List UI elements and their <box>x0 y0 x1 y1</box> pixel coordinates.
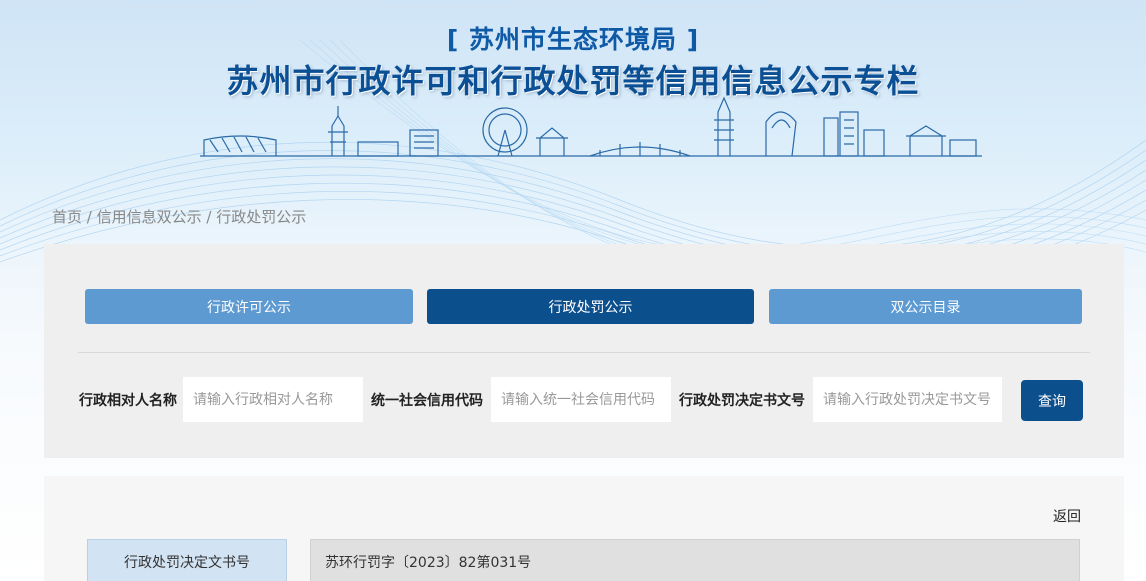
decision-number-field-label: 行政处罚决定文书号 <box>87 539 287 581</box>
city-skyline-icon <box>200 96 982 157</box>
agency-name: [ 苏州市生态环境局 ] <box>446 25 700 54</box>
breadcrumb: 首页 / 信用信息双公示 / 行政处罚公示 <box>52 206 306 227</box>
decision-number-input[interactable] <box>813 377 1002 422</box>
tab-administrative-penalty[interactable]: 行政处罚公示 <box>427 289 754 324</box>
tab-administrative-license[interactable]: 行政许可公示 <box>85 289 413 324</box>
breadcrumb-separator: / <box>82 208 97 226</box>
search-button[interactable]: 查询 <box>1021 380 1083 421</box>
credit-code-label: 统一社会信用代码 <box>371 393 483 409</box>
breadcrumb-current: 行政处罚公示 <box>216 208 307 226</box>
breadcrumb-separator: / <box>201 208 217 226</box>
counterparty-name-input[interactable] <box>183 377 363 422</box>
decision-number-field-value: 苏环行罚字〔2023〕82第031号 <box>310 539 1080 581</box>
counterparty-name-label: 行政相对人名称 <box>79 393 177 409</box>
page: [ 苏州市生态环境局 ] 苏州市行政许可和行政处罚等信用信息公示专栏 首页 / … <box>0 0 1146 581</box>
back-link[interactable]: 返回 <box>1053 506 1081 526</box>
detail-panel: 返回 行政处罚决定文书号 苏环行罚字〔2023〕82第031号 <box>44 476 1124 581</box>
credit-code-input[interactable] <box>491 377 671 422</box>
tab-dual-disclosure-catalog[interactable]: 双公示目录 <box>769 289 1082 324</box>
breadcrumb-home[interactable]: 首页 <box>52 208 82 226</box>
divider <box>78 352 1090 353</box>
decision-number-label: 行政处罚决定书文号 <box>679 393 805 409</box>
breadcrumb-credit-info[interactable]: 信用信息双公示 <box>97 208 202 226</box>
search-panel: 行政许可公示 行政处罚公示 双公示目录 行政相对人名称 统一社会信用代码 行政处… <box>44 244 1124 458</box>
